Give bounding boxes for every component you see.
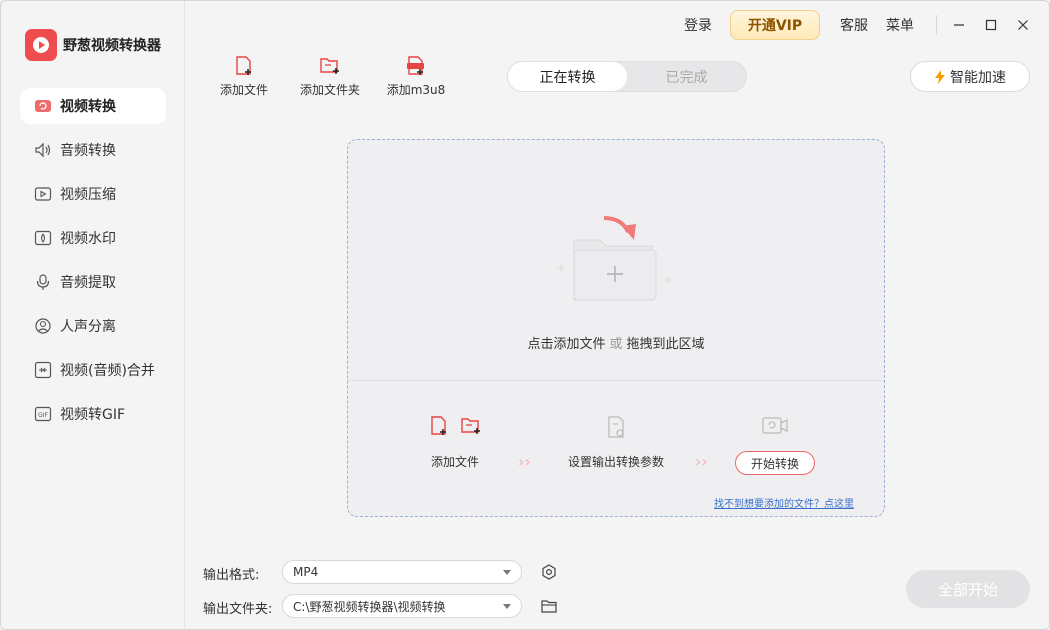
drop-hint-or: 或 xyxy=(609,337,622,352)
sidebar-item-label: 音频转换 xyxy=(60,140,116,160)
step-add-file-label: 添加文件 xyxy=(431,453,479,470)
sidebar-item-label: 视频转换 xyxy=(60,96,116,116)
add-file-icon xyxy=(233,55,255,77)
gear-icon xyxy=(541,564,557,580)
step-add-file: 添加文件 xyxy=(428,415,482,470)
video-refresh-icon xyxy=(761,415,789,437)
minimize-button[interactable] xyxy=(943,9,975,41)
minimize-icon xyxy=(953,19,965,31)
status-tabs: 正在转换 已完成 xyxy=(507,61,747,92)
step-settings-label: 设置输出转换参数 xyxy=(568,453,664,470)
smart-accelerate-label: 智能加速 xyxy=(950,67,1006,87)
add-folder-icon xyxy=(319,55,341,77)
svg-text:GIF: GIF xyxy=(38,412,48,419)
chevron-down-icon xyxy=(503,604,511,609)
tab-completed[interactable]: 已完成 xyxy=(627,62,746,91)
login-link[interactable]: 登录 xyxy=(684,15,712,35)
title-bar-divider xyxy=(936,15,937,35)
folder-icon xyxy=(541,599,557,613)
voice-separate-icon xyxy=(34,317,52,335)
add-folder-icon xyxy=(460,415,482,437)
sidebar-item-label: 视频转GIF xyxy=(60,404,125,424)
step-arrow-icon: ›› xyxy=(518,452,531,471)
sidebar: 野葱视频转换器 视频转换 音频转换 视频压缩 xyxy=(1,1,185,630)
folder-add-icon: + + xyxy=(548,210,678,310)
sidebar-item-label: 人声分离 xyxy=(60,316,116,336)
svg-text:+: + xyxy=(663,273,673,287)
sidebar-item-merge[interactable]: 视频(音频)合并 xyxy=(20,352,166,388)
toolbar: 添加文件 添加文件夹 添加m3u8 xyxy=(201,55,459,98)
sidebar-item-video-compress[interactable]: 视频压缩 xyxy=(20,176,166,212)
speaker-icon xyxy=(34,141,52,159)
app-logo: 野葱视频转换器 xyxy=(25,29,161,61)
chevron-down-icon xyxy=(503,570,511,575)
sidebar-item-audio-extract[interactable]: 音频提取 xyxy=(20,264,166,300)
sidebar-item-video-convert[interactable]: 视频转换 xyxy=(20,88,166,124)
smart-accelerate-button[interactable]: 智能加速 xyxy=(910,61,1030,92)
start-all-button[interactable]: 全部开始 xyxy=(906,570,1030,608)
video-compress-icon xyxy=(34,185,52,203)
step-settings: 设置输出转换参数 xyxy=(568,415,664,470)
help-link[interactable]: 找不到想要添加的文件？点这里 xyxy=(714,495,854,510)
output-folder-value: C:\野葱视频转换器\视频转换 xyxy=(293,598,446,615)
audio-extract-icon xyxy=(34,273,52,291)
drop-zone[interactable]: + + 点击添加文件或拖拽到此区域 添加文件 ›› 设置输出转换参数 ›› xyxy=(347,139,885,517)
add-file-button[interactable]: 添加文件 xyxy=(201,55,287,98)
settings-file-icon xyxy=(605,415,627,441)
app-title: 野葱视频转换器 xyxy=(63,35,161,55)
menu-link[interactable]: 菜单 xyxy=(886,15,914,35)
output-format-select[interactable]: MP4 xyxy=(282,560,522,584)
add-m3u8-button[interactable]: 添加m3u8 xyxy=(373,55,459,98)
drop-hint-drag: 拖拽到此区域 xyxy=(627,337,705,352)
lightning-icon xyxy=(934,70,946,84)
drop-hint-click: 点击添加文件 xyxy=(527,337,605,352)
gif-icon: GIF xyxy=(34,405,52,423)
output-folder-select[interactable]: C:\野葱视频转换器\视频转换 xyxy=(282,594,522,618)
drop-zone-hint: 点击添加文件或拖拽到此区域 xyxy=(348,333,884,352)
output-format-label: 输出格式: xyxy=(203,564,259,583)
merge-icon xyxy=(34,361,52,379)
output-format-value: MP4 xyxy=(293,565,318,579)
app-window: 野葱视频转换器 视频转换 音频转换 视频压缩 xyxy=(0,0,1050,630)
vip-button[interactable]: 开通VIP xyxy=(730,10,820,40)
sidebar-item-watermark[interactable]: 视频水印 xyxy=(20,220,166,256)
sidebar-item-label: 视频水印 xyxy=(60,228,116,248)
m3u8-file-icon xyxy=(405,55,427,77)
svg-text:+: + xyxy=(556,261,566,275)
maximize-button[interactable] xyxy=(975,9,1007,41)
sidebar-item-audio-convert[interactable]: 音频转换 xyxy=(20,132,166,168)
title-bar: 登录 开通VIP 客服 菜单 xyxy=(684,1,1049,49)
output-folder-label: 输出文件夹: xyxy=(203,598,272,617)
close-button[interactable] xyxy=(1007,9,1039,41)
maximize-icon xyxy=(985,19,997,31)
service-link[interactable]: 客服 xyxy=(840,15,868,35)
add-file-icon xyxy=(428,415,450,437)
step-start: 开始转换 xyxy=(735,415,815,475)
sidebar-item-label: 视频(音频)合并 xyxy=(60,360,155,380)
start-convert-button[interactable]: 开始转换 xyxy=(735,451,815,475)
step-arrow-icon: ›› xyxy=(695,452,708,471)
sidebar-item-gif[interactable]: GIF 视频转GIF xyxy=(20,396,166,432)
drop-zone-divider xyxy=(348,380,884,381)
add-m3u8-label: 添加m3u8 xyxy=(387,81,446,98)
video-convert-icon xyxy=(34,97,52,115)
tab-converting[interactable]: 正在转换 xyxy=(508,62,627,91)
sidebar-item-label: 视频压缩 xyxy=(60,184,116,204)
add-file-label: 添加文件 xyxy=(220,81,268,98)
open-folder-button[interactable] xyxy=(539,596,559,616)
close-icon xyxy=(1017,19,1029,31)
add-folder-button[interactable]: 添加文件夹 xyxy=(287,55,373,98)
logo-play-icon xyxy=(25,29,57,61)
sidebar-item-label: 音频提取 xyxy=(60,272,116,292)
watermark-icon xyxy=(34,229,52,247)
sidebar-item-voice-separate[interactable]: 人声分离 xyxy=(20,308,166,344)
sidebar-nav: 视频转换 音频转换 视频压缩 视频水印 xyxy=(20,88,166,440)
add-folder-label: 添加文件夹 xyxy=(300,81,360,98)
format-settings-button[interactable] xyxy=(539,562,559,582)
